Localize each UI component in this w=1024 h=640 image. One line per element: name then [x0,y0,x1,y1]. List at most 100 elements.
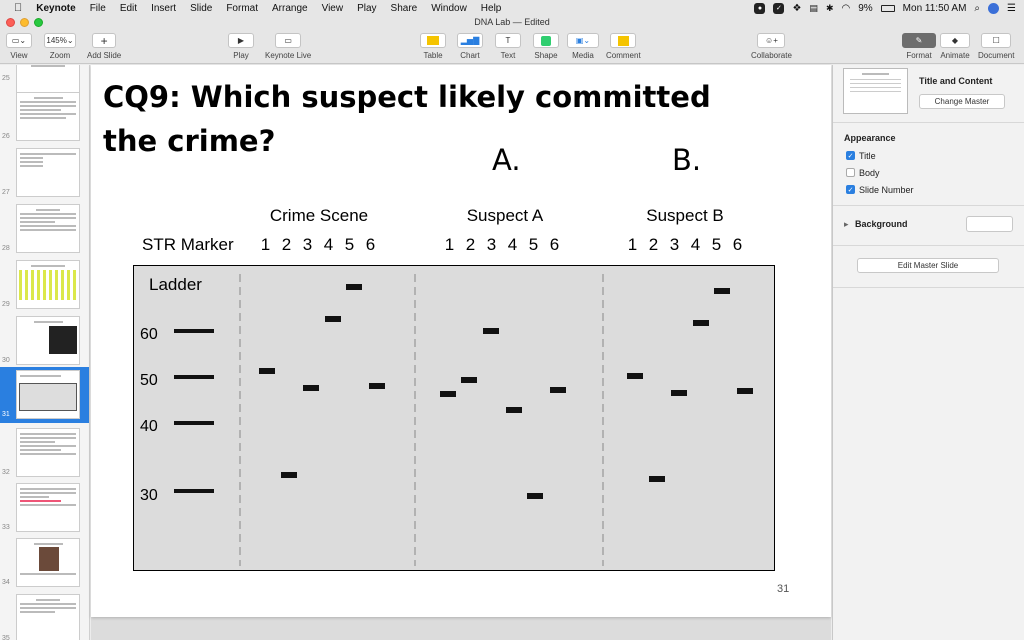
shape-tool[interactable]: Shape [533,33,559,60]
status-app-icon[interactable]: ● [754,2,766,14]
master-slide-thumbnail[interactable] [843,68,908,114]
add-slide-button[interactable]: + [92,33,117,48]
column-header-suspect-a[interactable]: Suspect A [430,206,580,226]
spotlight-search-icon[interactable]: ⌕ [974,3,980,14]
document-button[interactable]: ☐ [981,33,1012,48]
toolbar: ▭⌄ View 145% ⌄ Zoom + Add Slide ▶ Play ▭ … [0,30,1024,64]
text-tool[interactable]: T Text [495,33,521,60]
collaborate-tool[interactable]: ☺+ Collaborate [751,33,792,60]
slide[interactable]: CQ9: Which suspect likely committed the … [91,65,831,617]
animate-tool[interactable]: ◆ Animate [940,33,970,60]
animate-button[interactable]: ◆ [940,33,970,48]
lane-numbers-crime-scene[interactable]: 123456 [255,235,381,255]
background-color-well[interactable] [966,216,1013,232]
table-button[interactable] [420,33,446,48]
column-header-suspect-b[interactable]: Suspect B [610,206,760,226]
media-button[interactable]: ▣⌄ [567,33,599,48]
menu-view[interactable]: View [322,3,344,14]
change-master-button[interactable]: Change Master [919,94,1005,109]
notification-center-icon[interactable]: ☰ [1007,3,1016,14]
play-button[interactable]: ▶ [228,33,254,48]
lane-number: 1 [444,235,455,254]
slide-thumbnail-35[interactable]: 35 [0,591,89,640]
slide-thumbnail-34[interactable]: 34 [0,535,89,591]
menu-share[interactable]: Share [391,3,418,14]
menu-file[interactable]: File [90,3,106,14]
table-tool[interactable]: Table [420,33,446,60]
lane-numbers-suspect-a[interactable]: 123456 [439,235,565,255]
slide-thumbnail-32[interactable]: 32 [0,425,89,481]
status-check-icon[interactable]: ✓ [773,2,785,14]
slide-navigator[interactable]: 25 26 27 28 29 30 31 32 33 34 35 [0,65,90,640]
slide-thumbnail-28[interactable]: 28 [0,201,89,257]
chart-tool[interactable]: ▂▅▇ Chart [457,33,483,60]
slide-number[interactable]: 31 [777,583,789,595]
lane-numbers-suspect-b[interactable]: 123456 [622,235,748,255]
menu-window[interactable]: Window [431,3,467,14]
ladder-label: Ladder [149,275,202,294]
ladder-band [174,329,214,333]
clock[interactable]: Mon 11:50 AM [903,3,967,14]
body-checkbox-label[interactable]: Body [859,168,880,178]
text-button[interactable]: T [495,33,521,48]
comment-tool[interactable]: Comment [606,33,641,60]
slide-thumbnail-30[interactable]: 30 [0,313,89,369]
gel-diagram[interactable]: Ladder 60 50 40 30 [133,265,775,571]
slide-number-checkbox[interactable]: ✓ [846,185,855,194]
menu-edit[interactable]: Edit [120,3,137,14]
title-checkbox[interactable]: ✓ [846,151,855,160]
disclosure-triangle-icon[interactable]: ▸ [844,219,849,230]
option-b-label[interactable]: B. [672,143,701,177]
collaborate-button[interactable]: ☺+ [757,33,786,48]
document-tool[interactable]: ☐ Document [978,33,1014,60]
menu-help[interactable]: Help [481,3,502,14]
slide-thumbnail-27[interactable]: 27 [0,145,89,201]
zoom-select[interactable]: 145% ⌄ [44,33,76,48]
slide-number-checkbox-label[interactable]: Slide Number [859,185,914,195]
zoom-tool[interactable]: 145% ⌄ Zoom [44,33,76,60]
body-checkbox[interactable] [846,168,855,177]
keynote-live-tool[interactable]: ▭ Keynote Live [265,33,311,60]
keynote-live-button[interactable]: ▭ [275,33,302,48]
format-tool[interactable]: ✎ Format [902,33,936,60]
flag-icon[interactable]: ▤ [809,3,818,14]
battery-icon[interactable] [880,4,895,12]
option-a-label[interactable]: A. [492,143,521,177]
background-label[interactable]: Background [855,219,908,229]
menu-app[interactable]: Keynote [36,3,75,14]
chart-button[interactable]: ▂▅▇ [457,33,483,48]
menu-format[interactable]: Format [226,3,258,14]
menu-insert[interactable]: Insert [151,3,176,14]
siri-icon[interactable] [988,2,1000,14]
menu-arrange[interactable]: Arrange [272,3,308,14]
bluetooth-icon[interactable]: ✱ [826,3,834,14]
slide-number-label: 32 [2,469,10,476]
slide-thumbnail-31[interactable]: 31 [0,367,89,423]
slide-canvas[interactable]: CQ9: Which suspect likely committed the … [91,65,831,640]
plus-icon: + [100,33,108,48]
wifi-icon[interactable]: ◠ [841,3,850,14]
media-tool[interactable]: ▣⌄ Media [567,33,599,60]
lane-number: 2 [281,235,292,254]
view-tool[interactable]: ▭⌄ View [6,33,32,60]
add-slide-tool[interactable]: + Add Slide [87,33,121,60]
edit-master-slide-button[interactable]: Edit Master Slide [857,258,999,273]
column-header-crime-scene[interactable]: Crime Scene [244,206,394,226]
view-button[interactable]: ▭⌄ [6,33,32,48]
slide-thumbnail-26[interactable]: 26 [0,89,89,145]
slide-thumbnail-29[interactable]: 29 [0,257,89,313]
str-marker-label[interactable]: STR Marker [142,235,234,255]
apple-menu-icon[interactable]:  [14,2,22,14]
title-checkbox-label[interactable]: Title [859,151,876,161]
slide-thumbnail-33[interactable]: 33 [0,480,89,536]
comment-button[interactable] [610,33,637,48]
menu-slide[interactable]: Slide [190,3,212,14]
shape-button[interactable] [533,33,559,48]
play-icon: ▶ [237,36,245,45]
menu-play[interactable]: Play [357,3,376,14]
battery-percent[interactable]: 9% [858,3,872,14]
slide-title[interactable]: CQ9: Which suspect likely committed the … [103,75,763,163]
dropbox-icon[interactable]: ❖ [792,3,801,14]
play-tool[interactable]: ▶ Play [228,33,254,60]
format-button[interactable]: ✎ [902,33,936,48]
